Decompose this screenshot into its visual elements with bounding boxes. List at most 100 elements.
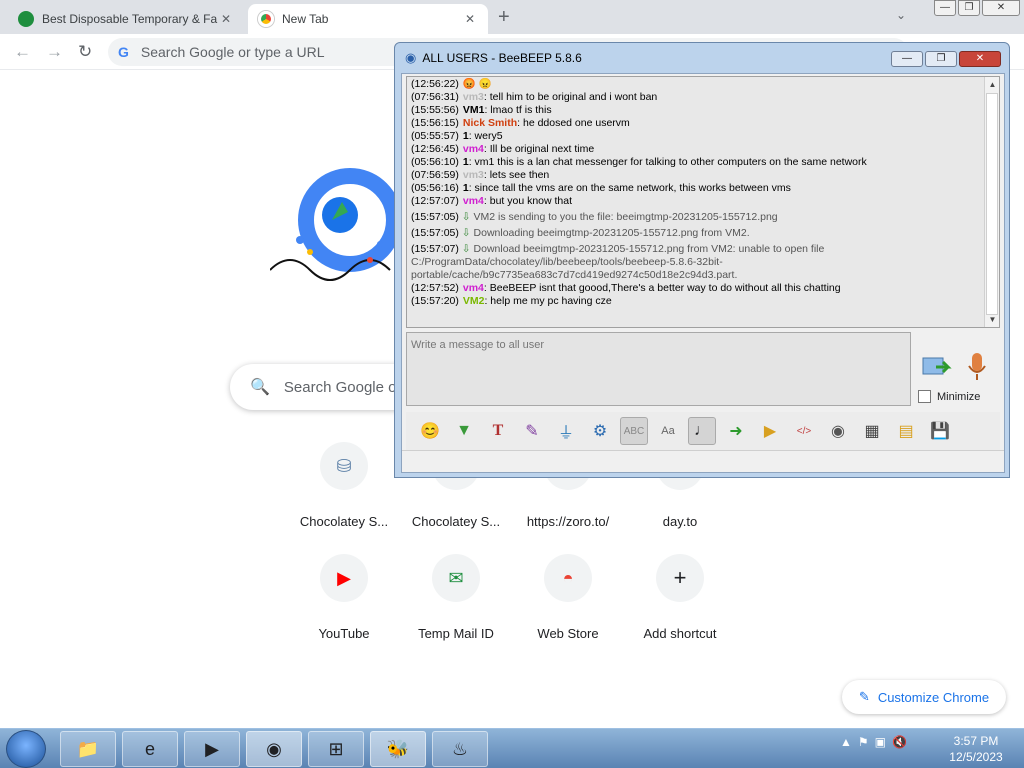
start-button[interactable] [6,730,46,768]
plus-icon: + [656,554,704,602]
customize-chrome-button[interactable]: ✎ Customize Chrome [842,680,1006,714]
bee-icon[interactable]: ▼ [450,417,478,445]
tab-close-icon[interactable]: ✕ [462,12,478,26]
message-time: (12:56:45) [411,143,459,155]
close-button[interactable]: ✕ [982,0,1020,16]
send-file-icon[interactable]: ➜ [722,417,750,445]
back-button[interactable]: ← [14,42,31,62]
new-tab-button[interactable]: + [498,6,510,29]
terminal-icon[interactable]: ▦ [858,417,886,445]
emoticons-icon[interactable]: 😊 [416,417,444,445]
minimize-checkbox[interactable] [918,390,931,403]
send-folder-icon[interactable]: ▶ [756,417,784,445]
forward-button[interactable]: → [46,42,63,62]
omnibox-placeholder: Search Google or type a URL [140,44,325,60]
screenshot-icon[interactable]: ◉ [824,417,852,445]
text-icon[interactable]: Aa [654,417,682,445]
restore-button[interactable]: ❐ [958,0,980,16]
message-time: (15:56:15) [411,117,459,129]
chat-message: (05:56:16) 1: since tall the vms are on t… [411,182,981,195]
chrome-favicon-icon [258,11,274,27]
tab-temp-mail[interactable]: Best Disposable Temporary & Fa ✕ [8,4,244,34]
minimize-option[interactable]: Minimize [918,390,980,403]
chat-toolbar: 😊 ▼ T ✎ ⏚ ⚙ ABC Aa ♩ ➜ ▶ </> ◉ ▦ ▤ 💾 [406,412,1000,450]
restore-button[interactable]: ❐ [925,51,957,67]
microphone-icon[interactable] [966,352,988,382]
steam-taskbar-icon[interactable]: ♨ [432,731,488,767]
message-text: : lmao tf is this [484,104,552,116]
message-time: (05:55:57) [411,130,459,142]
chat-message: (12:56:22) 😡 😠 [411,78,981,91]
message-text: : lets see then [483,169,550,181]
shortcut-label: Temp Mail ID [418,626,494,641]
system-clock[interactable]: 3:57 PM 12/5/2023 [936,733,1016,765]
note-icon[interactable]: ♩ [688,417,716,445]
shortcut-label: day.to [662,514,698,529]
html-icon[interactable]: </> [790,417,818,445]
filter-icon[interactable]: ⏚ [552,417,580,445]
show-hidden-icons-icon[interactable]: ▲ [840,735,852,749]
settings-icon[interactable]: ⚙ [586,417,614,445]
message-user: VM2 [462,295,485,307]
clock-date: 12/5/2023 [949,750,1003,764]
shortcut-label: Add shortcut [643,626,717,641]
beebeep-window-controls: — ❐ ✕ [891,51,1001,67]
scroll-down-icon[interactable]: ▼ [985,313,999,326]
shortcut-label: Web Store [537,626,599,641]
tab-close-icon[interactable]: ✕ [218,12,234,26]
explorer-taskbar-icon[interactable]: 📁 [60,731,116,767]
add-shortcut-tile[interactable]: + Add shortcut [624,554,736,641]
chat-log[interactable]: (12:56:22) 😡 😠 (07:56:31) vm3: tell him to … [406,76,1000,328]
tab-title: Best Disposable Temporary & Fa [42,12,218,26]
spellcheck-icon[interactable]: ABC [620,417,648,445]
message-input[interactable]: Write a message to all user [406,332,911,406]
scroll-up-icon[interactable]: ▲ [985,78,999,91]
tab-search-chevron-icon[interactable]: ⌄ [896,8,906,22]
close-button[interactable]: ✕ [959,51,1001,67]
clipboard-icon[interactable]: ▤ [892,417,920,445]
windows-taskbar-icon[interactable]: ⊞ [308,731,364,767]
message-time: (15:57:07) [411,243,459,255]
message-text: : but you know that [483,195,573,207]
chrome-taskbar-icon[interactable]: ◉ [246,731,302,767]
google-doodle[interactable] [270,160,410,300]
font-icon[interactable]: T [484,417,512,445]
chat-message: (15:55:56) VM1: lmao tf is this [411,104,981,117]
message-text: 😡 😠 [462,78,492,90]
media-player-taskbar-icon[interactable]: ▶ [184,731,240,767]
system-message: (15:57:05) ⇩ VM2 is sending to you the f… [411,208,981,224]
message-user: vm4 [462,282,484,294]
tab-new-tab[interactable]: New Tab ✕ [248,4,488,34]
message-text: : Ill be original next time [483,143,595,155]
shortcut-tile[interactable]: ◓ Web Store [512,554,624,641]
minimize-button[interactable]: — [891,51,923,67]
chat-scrollbar[interactable]: ▲ ▼ [984,77,999,327]
pencil-icon: ✎ [858,689,870,704]
browser-window-controls: — ❐ ✕ [934,0,1020,16]
shortcut-tile[interactable]: ⛁ Chocolatey S... [288,442,400,529]
tab-strip: Best Disposable Temporary & Fa ✕ New Tab… [0,0,1024,34]
shortcut-tile[interactable]: ▶ YouTube [288,554,400,641]
scrollbar-thumb[interactable] [986,93,998,315]
beebeep-window[interactable]: ◉ ALL USERS - BeeBEEP 5.8.6 — ❐ ✕ (12:56… [394,42,1010,478]
message-user: VM1 [462,104,485,116]
minimize-label: Minimize [937,390,981,403]
save-icon[interactable]: 💾 [926,417,954,445]
send-icon[interactable] [922,356,954,378]
message-time: (15:57:05) [411,227,459,239]
status-bar [402,450,1004,472]
minimize-button[interactable]: — [934,0,956,16]
color-icon[interactable]: ✎ [518,417,546,445]
network-icon[interactable]: ▣ [875,735,886,749]
shortcut-tile[interactable]: ✉ Temp Mail ID [400,554,512,641]
action-center-icon[interactable]: ⚑ [858,735,869,749]
reload-button[interactable]: ↻ [78,42,92,62]
internet-explorer-taskbar-icon[interactable]: e [122,731,178,767]
youtube-icon: ▶ [320,554,368,602]
beebeep-content: (12:56:22) 😡 😠 (07:56:31) vm3: tell him to … [401,73,1005,473]
message-time: (12:56:22) [411,78,459,90]
message-user: vm4 [462,195,484,207]
volume-muted-icon[interactable]: 🔇 [892,735,907,749]
message-text: : since tall the vms are on the same net… [468,182,791,194]
beebeep-taskbar-icon[interactable]: 🐝 [370,731,426,767]
